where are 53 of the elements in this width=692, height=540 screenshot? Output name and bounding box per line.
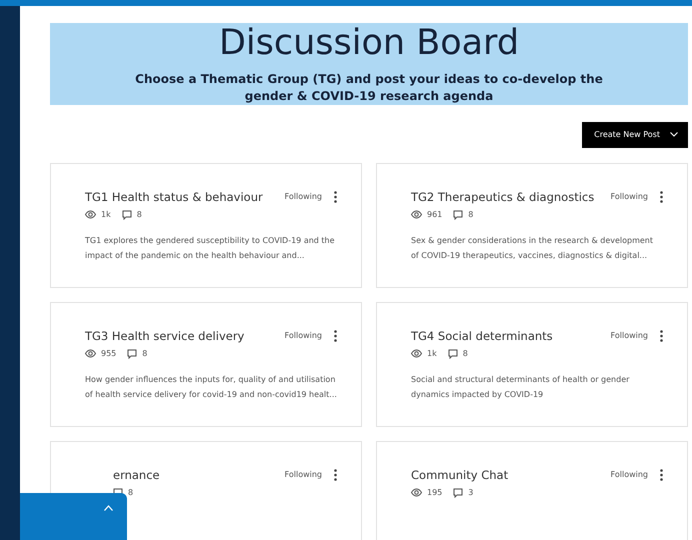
comment-count: 8 — [136, 210, 142, 220]
eye-icon — [411, 210, 422, 220]
eye-icon — [85, 349, 96, 358]
category-title[interactable]: TG2 Therapeutics & diagnostics — [411, 190, 611, 204]
more-options-icon[interactable] — [660, 468, 663, 481]
category-description: Social and structural determinants of health or gender dynamics impacted by COVID-19 — [411, 374, 630, 401]
comment-count: 8 — [462, 349, 468, 358]
comment-icon — [122, 210, 132, 220]
following-label[interactable]: Following — [610, 331, 648, 340]
more-options-icon[interactable] — [334, 190, 337, 203]
comment-icon — [453, 488, 464, 498]
more-options-icon[interactable] — [334, 468, 337, 481]
category-card[interactable]: TG3 Health service delivery Following 955 8 How gender influences the inputs for, quality of and utilisation of health service delivery for covid-19 and non-covid19 healt... — [50, 302, 362, 427]
category-title[interactable]: TG3 Health service delivery — [85, 328, 285, 343]
category-card[interactable]: TG4 Social determinants Following 1k 8 Social and structural determinants of health or gender dynamics impacted by COVID-19 — [376, 302, 688, 427]
comment-count: 8 — [128, 488, 134, 498]
following-label[interactable]: Following — [284, 192, 322, 202]
more-options-icon[interactable] — [660, 330, 663, 342]
category-description: TG1 explores the gendered susceptibility to COVID-19 and the impact of the pandemic on the health behaviour and... — [85, 234, 336, 262]
following-label[interactable]: Following — [284, 470, 322, 480]
more-options-icon[interactable] — [334, 330, 337, 342]
view-count: 195 — [427, 488, 442, 498]
eye-icon — [411, 349, 422, 358]
comment-count: 3 — [468, 488, 474, 498]
following-label[interactable]: Following — [610, 192, 648, 202]
create-post-button[interactable]: Create New Post — [582, 122, 688, 148]
comment-icon — [127, 348, 138, 359]
page-title: Discussion Board — [218, 23, 520, 63]
comment-icon — [453, 210, 464, 220]
comment-icon — [448, 348, 458, 359]
more-options-icon[interactable] — [660, 190, 663, 203]
category-title[interactable]: TG4 Social determinants — [411, 328, 611, 343]
eye-icon — [85, 210, 96, 220]
category-card[interactable]: TG1 Health status & behaviour Following 1k 8 TG1 explores the gendered susceptibility to COVID-19 and the impact of the pandemic on the health behaviour and... — [50, 162, 362, 288]
view-count: 961 — [427, 210, 442, 220]
following-label[interactable]: Following — [284, 331, 322, 340]
following-label[interactable]: Following — [610, 470, 648, 480]
eye-icon — [411, 488, 422, 498]
banner-subtitle: Choose a Thematic Group (TG) and post your ideas to co-develop the gender & COVID-19 research agenda — [134, 71, 604, 105]
category-description: How gender influences the inputs for, quality of and utilisation of health service delivery for covid-19 and non-covid19 healt... — [85, 374, 337, 401]
category-title[interactable]: Community Chat — [411, 468, 611, 482]
view-count: 1k — [101, 210, 111, 220]
chevron-up-icon — [104, 505, 113, 511]
comment-count: 8 — [468, 210, 474, 220]
category-title[interactable]: ernance — [113, 468, 285, 482]
category-title[interactable]: TG1 Health status & behaviour — [85, 190, 285, 204]
view-count: 1k — [427, 349, 437, 358]
category-card[interactable]: Community Chat Following 195 3 — [376, 440, 688, 540]
chevron-down-icon — [670, 132, 678, 138]
category-card[interactable]: TG2 Therapeutics & diagnostics Following 961 8 Sex & gender considerations in the research & development of COVID-19 therapeutics, vaccines, diagnostics & digital... — [376, 162, 688, 288]
category-description: Sex & gender considerations in the research & development of COVID-19 therapeutics, vaccines, diagnostics & digital... — [411, 234, 654, 262]
comment-count: 8 — [142, 349, 148, 358]
view-count: 955 — [101, 349, 116, 358]
